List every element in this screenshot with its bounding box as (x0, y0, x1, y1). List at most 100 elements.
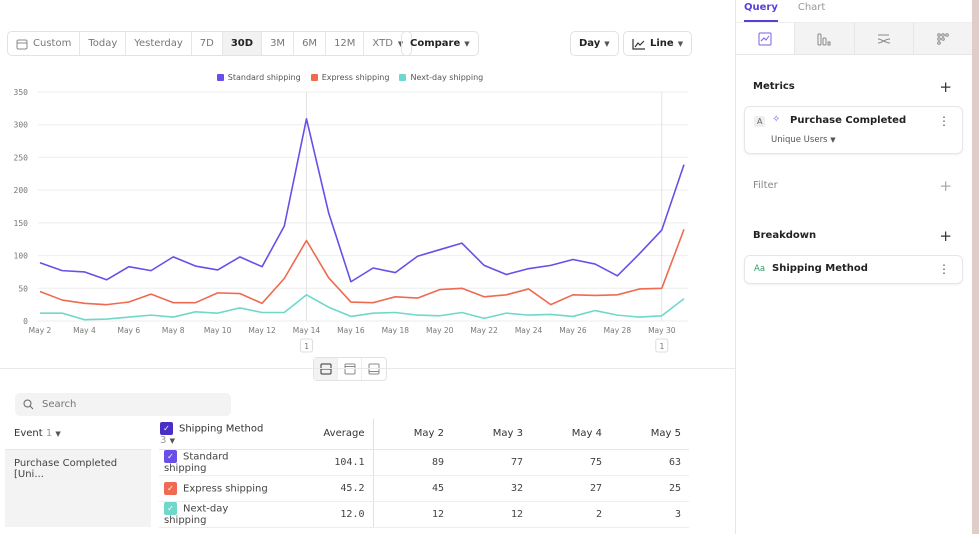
more-options-icon[interactable]: ⋮ (938, 262, 950, 276)
value-cell: 75 (531, 449, 610, 476)
value-cell: 2 (531, 501, 610, 528)
breakdown-name: Shipping Method (772, 263, 868, 274)
metric-card[interactable]: A ✧ Purchase Completed Unique Users ▼ ⋮ (744, 106, 963, 154)
flows-icon (877, 34, 890, 43)
retention-icon (937, 32, 949, 45)
event-header-label: Event (14, 428, 43, 440)
series-line-standard-shipping (39, 118, 685, 283)
x-tick-label: May 18 (382, 326, 410, 335)
y-tick-label: 200 (14, 186, 29, 195)
value-cell: 77 (452, 449, 531, 476)
average-cell: 45.2 (280, 475, 374, 502)
chart-view-button[interactable] (338, 358, 362, 380)
x-tick-label: May 22 (470, 326, 498, 335)
flows-tab[interactable] (853, 23, 913, 54)
event-cell[interactable]: Purchase Completed [Uni... (5, 449, 159, 527)
metric-letter-badge: A (754, 116, 766, 127)
date-column-header[interactable]: May 5 (610, 419, 689, 450)
average-cell: 12.0 (280, 501, 374, 528)
x-tick-label: May 20 (426, 326, 454, 335)
funnels-icon (817, 33, 831, 45)
chart-view-icon (344, 363, 355, 375)
search-placeholder: Search (42, 399, 77, 410)
y-tick-label: 50 (18, 284, 28, 293)
table-view-icon (368, 363, 380, 375)
x-tick-label: May 6 (117, 326, 140, 335)
metrics-heading: Metrics (753, 81, 795, 92)
retention-tab[interactable] (912, 23, 972, 54)
event-count: 1 (45, 428, 53, 440)
split-view-icon (320, 363, 331, 375)
event-column-header[interactable]: Event 1 ▼ (5, 419, 155, 450)
x-tick-label: May 12 (248, 326, 276, 335)
average-column-header[interactable]: Average (280, 419, 374, 450)
line-chart: 0 50 100 150 200 250 300 350 1 1 May 2 May 4 May 6 Ma… (14, 88, 688, 353)
checkbox-icon[interactable]: ✓ (164, 502, 177, 515)
divider (0, 368, 735, 369)
y-tick-label: 150 (14, 219, 29, 228)
measure-dropdown[interactable]: Unique Users ▼ (771, 135, 836, 145)
main-panel: Custom Today Yesterday 7D 30D 3M 6M 12M XTD ▼ Com… (0, 0, 735, 534)
date-column-header[interactable]: May 2 (373, 419, 452, 450)
filter-heading: Filter (753, 180, 778, 191)
y-tick-label: 250 (14, 153, 29, 162)
value-cell: 3 (610, 501, 689, 528)
breakdown-cell[interactable]: ✓ Standard shipping (155, 449, 280, 476)
search-input[interactable]: Search (15, 393, 231, 416)
layout-toggle (313, 357, 387, 381)
date-column-header[interactable]: May 4 (531, 419, 610, 450)
breakdown-count: 3 (160, 434, 167, 446)
add-filter-button[interactable]: + (939, 177, 952, 195)
tab-query[interactable]: Query (744, 0, 778, 22)
breakdown-column-header[interactable]: ✓ Shipping Method 3 ▼ (155, 419, 280, 450)
breakdown-card[interactable]: Aa Shipping Method ⋮ (744, 255, 963, 284)
insights-icon (758, 32, 772, 45)
checkbox-icon[interactable]: ✓ (160, 421, 173, 435)
date-column-header[interactable]: May 3 (452, 419, 531, 450)
breakdown-cell[interactable]: ✓ Express shipping (155, 475, 280, 502)
x-tick-label: May 24 (515, 326, 543, 335)
x-tick-label: May 28 (604, 326, 632, 335)
checkbox-icon[interactable]: ✓ (164, 450, 177, 463)
value-cell: 32 (452, 475, 531, 502)
checkbox-icon[interactable]: ✓ (164, 481, 177, 495)
annotation-label: 1 (304, 342, 309, 351)
insights-tab[interactable] (736, 23, 795, 54)
annotation-label: 1 (659, 342, 664, 351)
y-tick-label: 300 (14, 121, 29, 130)
add-metric-button[interactable]: + (939, 78, 952, 96)
chevron-down-icon: ▼ (55, 430, 61, 439)
x-tick-label: May 26 (559, 326, 587, 335)
metric-name[interactable]: Purchase Completed (790, 115, 906, 126)
y-tick-label: 100 (14, 252, 29, 261)
breakdown-header-label: Shipping Method (179, 423, 264, 435)
series-line-express-shipping (39, 229, 685, 306)
add-breakdown-button[interactable]: + (939, 227, 952, 245)
x-tick-label: May 4 (73, 326, 96, 335)
tab-chart[interactable]: Chart (798, 0, 825, 22)
funnels-tab[interactable] (794, 23, 854, 54)
query-sidebar: Query Chart Metrics + A ✧ Purchase Compl… (735, 0, 972, 534)
x-tick-label: May 16 (337, 326, 365, 335)
x-tick-label: May 14 (293, 326, 321, 335)
value-cell: 63 (610, 449, 689, 476)
split-view-button[interactable] (314, 358, 338, 380)
value-cell: 27 (531, 475, 610, 502)
y-tick-label: 350 (14, 88, 29, 97)
breakdown-cell[interactable]: ✓ Next-day shipping (155, 501, 280, 528)
x-tick-label: May 2 (29, 326, 52, 335)
x-tick-label: May 10 (204, 326, 232, 335)
y-tick-label: 0 (23, 317, 28, 326)
breakdown-value: Express shipping (183, 483, 268, 494)
table-view-button[interactable] (362, 358, 386, 380)
x-tick-label: May 30 (648, 326, 676, 335)
event-click-icon: ✧ (772, 114, 781, 125)
value-cell: 25 (610, 475, 689, 502)
value-cell: 12 (452, 501, 531, 528)
search-icon (23, 399, 34, 410)
report-type-tabs (736, 23, 972, 55)
value-cell: 12 (373, 501, 452, 528)
window-edge (972, 0, 979, 534)
value-cell: 89 (373, 449, 452, 476)
more-options-icon[interactable]: ⋮ (938, 114, 950, 128)
